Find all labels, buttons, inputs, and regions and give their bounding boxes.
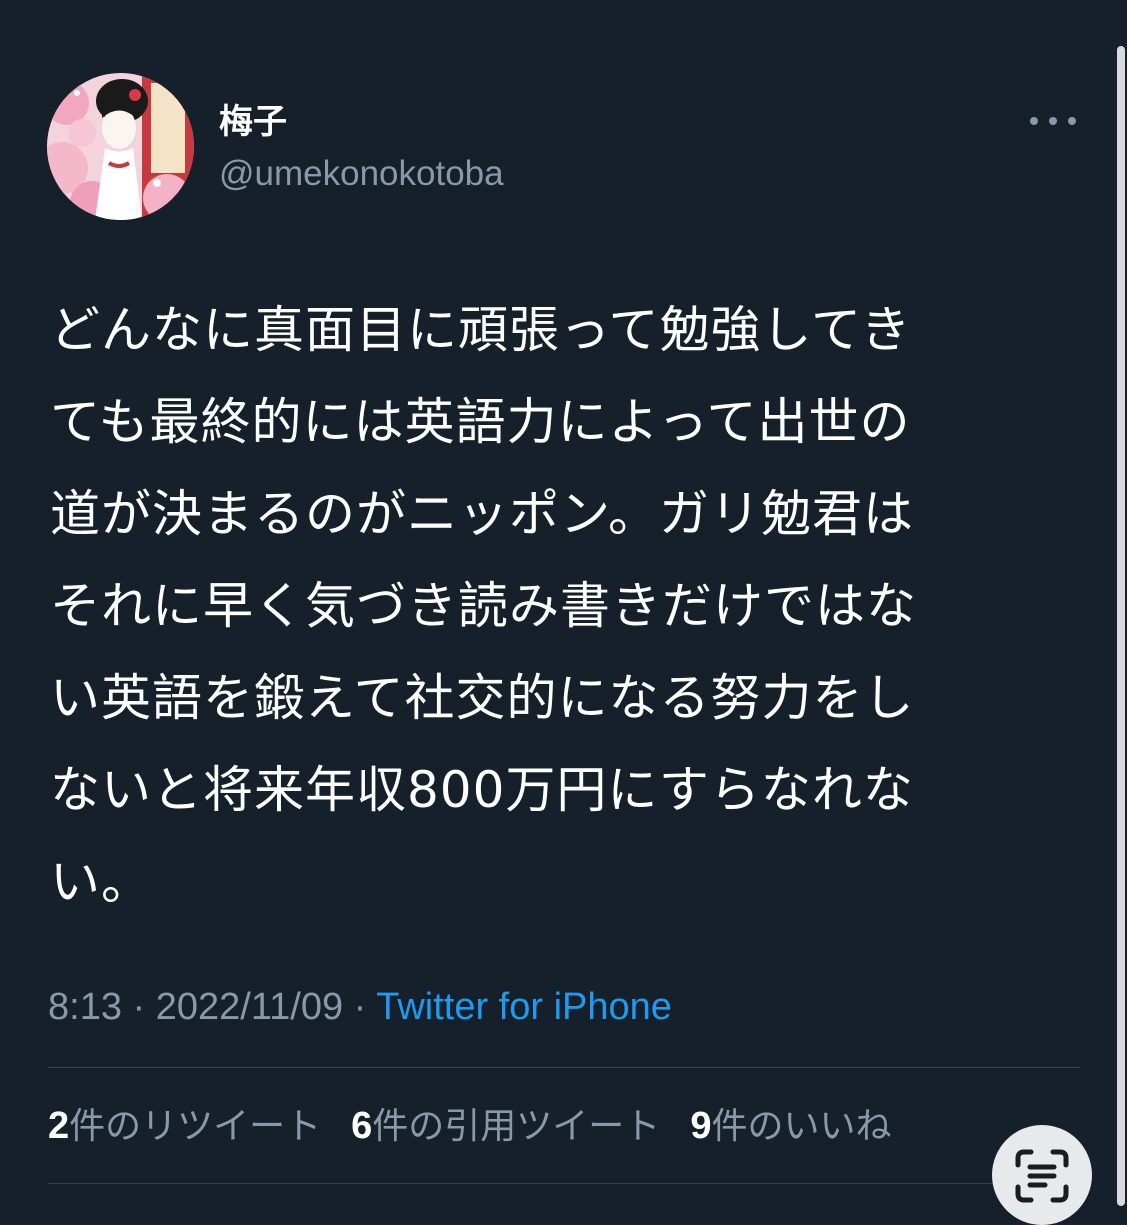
- tweet-text: どんなに真面目に頑張って勉強してき ても最終的には英語力によって出世の 道が決ま…: [50, 301, 917, 911]
- tweet-time[interactable]: 8:13: [48, 986, 122, 1028]
- like-count: 9: [690, 1105, 712, 1147]
- display-name[interactable]: 梅子: [219, 100, 287, 144]
- retweets-stat[interactable]: 2件のリツイート: [48, 1102, 321, 1151]
- divider: [48, 1183, 1080, 1184]
- quote-tweets-stat[interactable]: 6件の引用ツイート: [351, 1102, 660, 1151]
- more-options-button[interactable]: [1030, 106, 1076, 136]
- tweet-source-link[interactable]: Twitter for iPhone: [376, 986, 672, 1028]
- more-horizontal-icon: [1049, 117, 1057, 125]
- avatar[interactable]: [47, 73, 194, 220]
- likes-stat[interactable]: 9件のいいね: [690, 1102, 891, 1151]
- retweet-count: 2: [48, 1105, 70, 1147]
- quote-label: 件の引用ツイート: [372, 1106, 661, 1147]
- engagement-stats: 2件のリツイート 6件の引用ツイート 9件のいいね: [48, 1102, 921, 1151]
- retweet-label: 件のリツイート: [69, 1106, 322, 1147]
- more-horizontal-icon: [1068, 117, 1076, 125]
- quote-count: 6: [351, 1105, 373, 1147]
- tweet-date[interactable]: 2022/11/09: [156, 986, 343, 1028]
- divider: [48, 1067, 1080, 1068]
- user-handle[interactable]: @umekonokotoba: [219, 152, 504, 196]
- live-text-button[interactable]: [992, 1125, 1092, 1225]
- live-text-scan-icon: [1015, 1149, 1069, 1203]
- scrollbar[interactable]: [1117, 46, 1125, 1206]
- avatar-illustration-icon: [47, 73, 194, 220]
- like-label: 件のいいね: [711, 1106, 892, 1147]
- meta-separator: ·: [121, 986, 156, 1028]
- more-horizontal-icon: [1030, 117, 1038, 125]
- tweet-metadata: 8:13 · 2022/11/09 · Twitter for iPhone: [48, 984, 672, 1030]
- meta-separator: ·: [343, 986, 377, 1028]
